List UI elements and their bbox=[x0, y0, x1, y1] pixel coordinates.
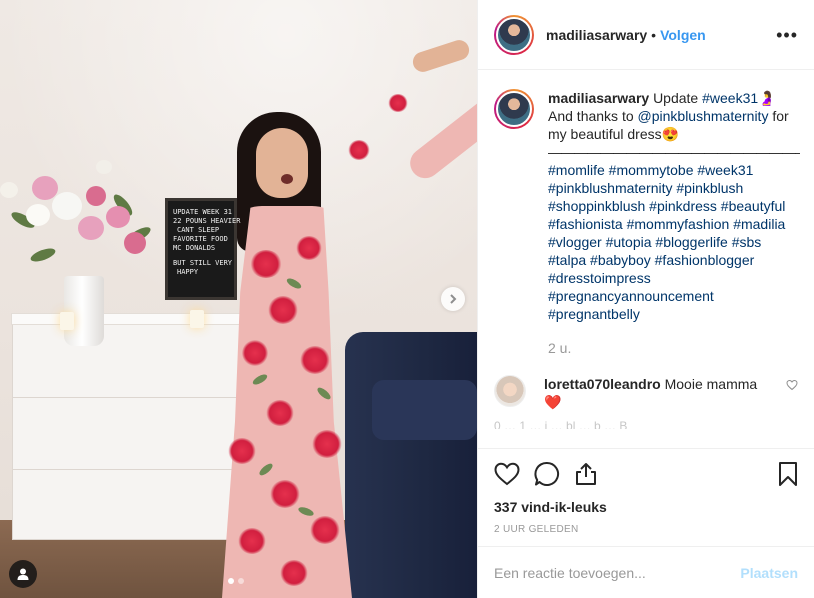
woman-in-floral-dress bbox=[0, 0, 477, 598]
post-header: madiliasarwary • Volgen ••• bbox=[478, 0, 814, 70]
carousel-indicator bbox=[228, 578, 244, 584]
post-actions: 337 vind-ik-leuks 2 UUR GELEDEN bbox=[478, 448, 814, 535]
red-heart-emoji: ❤️ bbox=[544, 394, 562, 410]
add-comment-bar: Plaatsen bbox=[478, 546, 814, 598]
share-icon[interactable] bbox=[574, 462, 598, 486]
caption-time: 2 u. bbox=[548, 340, 572, 356]
like-heart-icon[interactable] bbox=[494, 462, 520, 486]
carousel-dot bbox=[238, 578, 244, 584]
letter-board-line: MC DONALDS bbox=[173, 244, 216, 252]
caption-username[interactable]: madiliasarwary bbox=[548, 90, 649, 106]
heart-eyes-emoji: 😍 bbox=[661, 126, 680, 142]
commenter-username[interactable]: loretta070leandro bbox=[544, 376, 661, 392]
hashtag-link[interactable]: #week31 bbox=[702, 90, 758, 106]
author-avatar[interactable] bbox=[494, 14, 534, 55]
caption-for: for bbox=[772, 108, 789, 124]
chevron-right-icon bbox=[450, 294, 457, 304]
post-timestamp[interactable]: 2 UUR GELEDEN bbox=[494, 524, 798, 535]
letter-board-line: 22 POUNS HEAVIER bbox=[173, 217, 241, 225]
caption-text-update: Update bbox=[653, 90, 699, 106]
comment-message: Mooie mamma bbox=[664, 376, 758, 392]
mention-link[interactable]: @pinkblushmaternity bbox=[638, 108, 769, 124]
comments-section[interactable]: madiliasarwary Update #week31🤰 And thank… bbox=[478, 71, 814, 448]
tagged-users-button[interactable] bbox=[9, 560, 37, 588]
caption-thanks: And thanks to bbox=[548, 108, 634, 124]
comment-bubble-icon[interactable] bbox=[534, 461, 560, 487]
letter-board: UPDATE WEEK 31 22 POUNS HEAVIER CANT SLE… bbox=[165, 198, 241, 300]
like-comment-heart-icon[interactable] bbox=[786, 379, 798, 391]
caption-avatar[interactable] bbox=[494, 89, 534, 129]
next-comment-partial: 0 … 1 … i … bl … b … B bbox=[494, 419, 628, 429]
post-sidebar: madiliasarwary • Volgen ••• madiliasarwa… bbox=[477, 0, 814, 598]
letter-board-line: FAVORITE FOOD bbox=[173, 235, 228, 243]
comment-text: loretta070leandro Mooie mamma ❤️ bbox=[544, 375, 784, 411]
comment-item: loretta070leandro Mooie mamma ❤️ bbox=[494, 375, 798, 411]
letter-board-line: BUT STILL VERY bbox=[173, 259, 233, 267]
next-photo-button[interactable] bbox=[441, 287, 465, 311]
more-options-icon[interactable]: ••• bbox=[776, 26, 798, 44]
separator-dot: • bbox=[651, 26, 657, 43]
caption-dress: my beautiful dress bbox=[548, 126, 662, 142]
letter-board-line: CANT SLEEP bbox=[177, 226, 220, 234]
caption-hashtags[interactable]: #momlife #mommytobe #week31 #pinkblushma… bbox=[548, 162, 785, 322]
caption-text: madiliasarwary Update #week31🤰 And thank… bbox=[548, 89, 800, 357]
user-icon bbox=[17, 568, 29, 580]
pregnant-woman-emoji: 🤰 bbox=[758, 90, 776, 106]
commenter-avatar[interactable] bbox=[494, 375, 526, 407]
caption: madiliasarwary Update #week31🤰 And thank… bbox=[494, 89, 800, 357]
action-icons bbox=[494, 459, 798, 489]
follow-button[interactable]: Volgen bbox=[660, 27, 706, 43]
post-photo[interactable]: UPDATE WEEK 31 22 POUNS HEAVIER CANT SLE… bbox=[0, 0, 477, 598]
save-bookmark-icon[interactable] bbox=[778, 461, 798, 487]
caption-divider: ————————————————————————————— bbox=[548, 144, 800, 160]
comment-input[interactable] bbox=[494, 564, 741, 581]
carousel-dot-active bbox=[228, 578, 234, 584]
author-username[interactable]: madiliasarwary bbox=[546, 27, 647, 43]
letter-board-line: UPDATE WEEK 31 bbox=[173, 208, 233, 216]
post-comment-button[interactable]: Plaatsen bbox=[740, 565, 798, 581]
like-count[interactable]: 337 vind-ik-leuks bbox=[494, 499, 798, 515]
letter-board-line: HAPPY bbox=[177, 268, 199, 276]
